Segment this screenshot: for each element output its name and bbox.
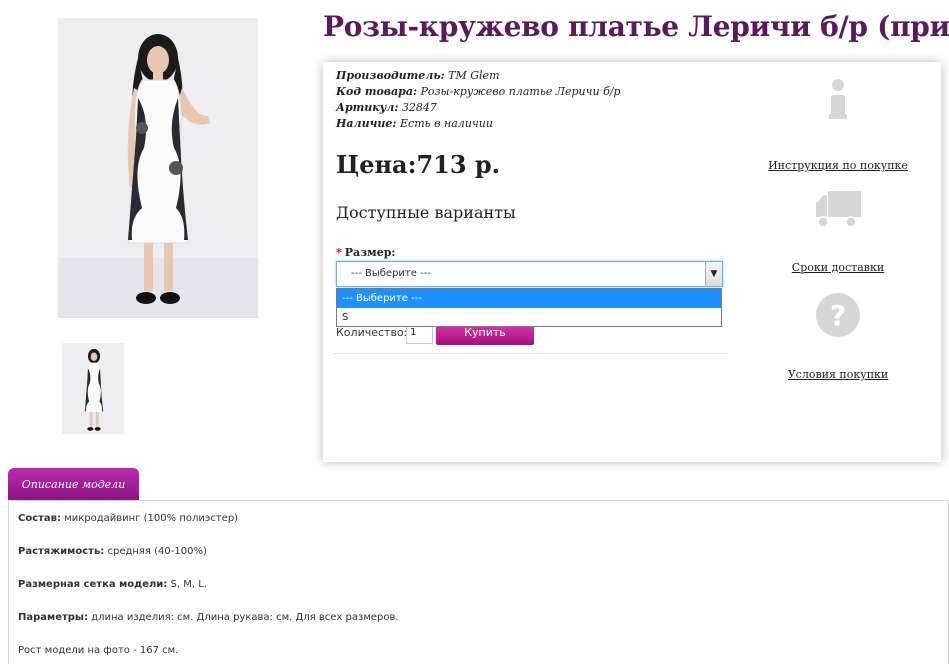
required-mark: *: [336, 246, 342, 259]
instructions-block: Инструкция по покупке: [758, 78, 918, 173]
select-arrow-icon[interactable]: ▼: [705, 262, 722, 286]
manufacturer-label: Производитель:: [336, 69, 445, 82]
quantity-label: Количество:: [336, 326, 408, 339]
stretch-value: средняя (40-100%): [107, 546, 207, 557]
code-value: Розы-кружево платье Леричи б/р: [420, 85, 621, 98]
description-panel: Состав: микродайвинг (100% полиэстер) Ра…: [8, 500, 949, 664]
thumbnail-illustration: [63, 344, 123, 433]
product-price: Цена:713 р.: [336, 150, 501, 179]
terms-link[interactable]: Условия покупки: [788, 368, 889, 381]
sizes-row: Размерная сетка модели: S, M, L.: [18, 579, 207, 590]
sizes-value: S, M, L.: [170, 579, 207, 590]
params-label: Параметры:: [18, 612, 88, 623]
manufacturer-value: ТМ Glem: [448, 69, 500, 82]
delivery-block: Сроки доставки: [758, 188, 918, 275]
size-label-text: Размер:: [344, 246, 396, 259]
size-option-placeholder[interactable]: --- Выберите ---: [337, 289, 721, 308]
product-page: Розы-кружево платье Леричи б/р (принт) П…: [0, 0, 949, 664]
composition-value: микродайвинг (100% полиэстер): [64, 513, 239, 524]
stock-row: Наличие: Есть в наличии: [336, 116, 621, 132]
composition-label: Состав:: [18, 513, 62, 524]
stretch-row: Растяжимость: средняя (40-100%): [18, 546, 207, 557]
divider: [333, 353, 728, 354]
terms-block: ? Условия покупки: [758, 292, 918, 382]
product-main-image[interactable]: [58, 18, 258, 318]
size-select[interactable]: --- Выберите --- ▼: [336, 261, 723, 287]
params-value: длина изделия: см. Длина рукава: см. Для…: [91, 612, 399, 623]
manufacturer-row: Производитель: ТМ Glem: [336, 68, 621, 84]
size-label: * Размер:: [336, 246, 396, 259]
params-row: Параметры: длина изделия: см. Длина рука…: [18, 612, 399, 623]
stock-value: Есть в наличии: [400, 117, 493, 130]
variants-heading: Доступные варианты: [336, 203, 516, 222]
size-select-value: --- Выберите ---: [351, 268, 431, 279]
delivery-truck-icon: [816, 191, 861, 228]
code-row: Код товара: Розы-кружево платье Леричи б…: [336, 84, 621, 100]
svg-text:?: ?: [830, 299, 846, 332]
sku-row: Артикул: 32847: [336, 100, 621, 116]
stock-label: Наличие:: [336, 117, 397, 130]
tab-description[interactable]: Описание модели: [8, 468, 139, 501]
product-title: Розы-кружево платье Леричи б/р (принт): [323, 10, 949, 43]
dress-photo-illustration: [58, 18, 258, 318]
question-icon: ?: [816, 293, 860, 337]
instructions-link[interactable]: Инструкция по покупке: [768, 159, 908, 172]
model-height-row: Рост модели на фото - 167 см.: [18, 645, 179, 656]
size-option-s[interactable]: S: [337, 308, 721, 327]
sku-value: 32847: [401, 101, 437, 114]
product-info-panel: Производитель: ТМ Glem Код товара: Розы-…: [323, 62, 941, 462]
product-thumbnail[interactable]: [62, 343, 124, 434]
composition-row: Состав: микродайвинг (100% полиэстер): [18, 513, 238, 524]
stretch-label: Растяжимость:: [18, 546, 105, 557]
sizes-label: Размерная сетка модели:: [18, 579, 168, 590]
delivery-link[interactable]: Сроки доставки: [792, 261, 884, 274]
product-meta: Производитель: ТМ Glem Код товара: Розы-…: [336, 68, 621, 132]
info-icon: [829, 79, 847, 119]
sku-label: Артикул:: [336, 101, 399, 114]
code-label: Код товара:: [336, 85, 418, 98]
size-dropdown-list[interactable]: --- Выберите --- S: [336, 288, 722, 327]
